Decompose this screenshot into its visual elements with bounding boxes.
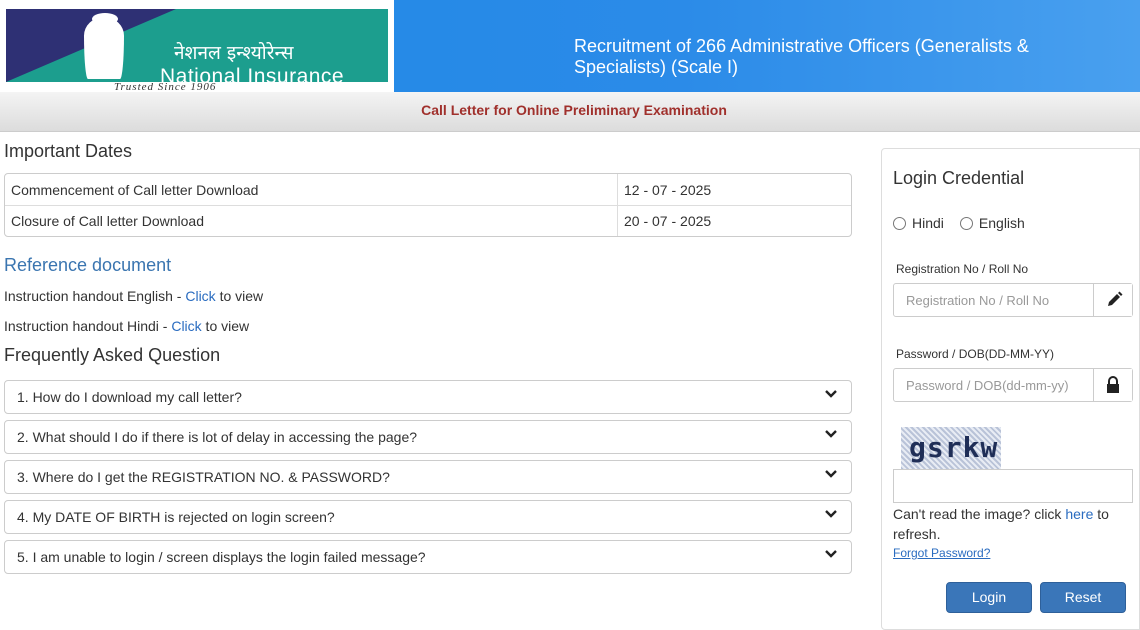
captcha-refresh-text: Can't read the image? click here to refr… [893, 504, 1133, 544]
chevron-down-icon [825, 390, 837, 398]
recruitment-title: Recruitment of 266 Administrative Office… [574, 36, 1029, 77]
refresh-prefix: Can't read the image? click [893, 506, 1066, 522]
password-placeholder: Password / DOB(dd-mm-yy) [906, 378, 1069, 393]
faq-question: 2. What should I do if there is lot of d… [17, 429, 418, 445]
reset-button[interactable]: Reset [1040, 582, 1126, 613]
captcha-input[interactable] [893, 469, 1133, 503]
date-label: Commencement of Call letter Download [11, 181, 259, 198]
faq-question: 5. I am unable to login / screen display… [17, 549, 426, 565]
login-credential-title: Login Credential [893, 168, 1025, 188]
instruction-handout-hindi: Instruction handout Hindi - Click to vie… [4, 318, 249, 334]
chevron-down-icon [825, 430, 837, 438]
registration-label: Registration No / Roll No [896, 262, 1029, 276]
page-header: नेशनल इन्श्योरेन्स National Insurance Tr… [0, 0, 1140, 93]
chevron-down-icon [825, 550, 837, 558]
important-dates-table: Commencement of Call letter Download 12 … [4, 173, 852, 237]
important-dates-heading: Important Dates [4, 141, 133, 161]
password-label: Password / DOB(DD-MM-YY) [896, 347, 1055, 361]
sub-header-bar: Call Letter for Online Preliminary Exami… [0, 92, 1140, 132]
english-radio[interactable] [959, 216, 973, 230]
handout-label: Instruction handout Hindi - [4, 318, 172, 334]
logo-hindi-text: नेशनल इन्श्योरेन्स [174, 42, 294, 64]
date-value: 12 - 07 - 2025 [617, 174, 851, 205]
handout-english-link[interactable]: Click [185, 288, 215, 304]
captcha-image: gsrkw [901, 427, 1001, 469]
registration-input[interactable]: Registration No / Roll No [893, 283, 1133, 317]
date-value: 20 - 07 - 2025 [617, 205, 851, 236]
hindi-radio[interactable] [893, 216, 906, 230]
faq-question: 4. My DATE OF BIRTH is rejected on login… [17, 509, 335, 525]
call-letter-title: Call Letter for Online Preliminary Exami… [421, 102, 727, 118]
pencil-icon [1093, 284, 1132, 316]
captcha-refresh-link[interactable]: here [1065, 506, 1093, 522]
handout-hindi-link[interactable]: Click [171, 318, 201, 334]
national-insurance-logo: नेशनल इन्श्योरेन्स National Insurance Tr… [0, 0, 394, 93]
captcha-text: gsrkw [909, 431, 999, 464]
faq-item-3[interactable]: 3. Where do I get the REGISTRATION NO. &… [4, 460, 852, 494]
faq-item-1[interactable]: 1. How do I download my call letter? [4, 380, 852, 414]
language-selector: Hindi English [893, 215, 1025, 231]
password-input[interactable]: Password / DOB(dd-mm-yy) [893, 368, 1133, 402]
login-button[interactable]: Login [946, 582, 1032, 613]
faq-item-4[interactable]: 4. My DATE OF BIRTH is rejected on login… [4, 500, 852, 534]
faq-item-2[interactable]: 2. What should I do if there is lot of d… [4, 420, 852, 454]
chevron-down-icon [825, 510, 837, 518]
chevron-down-icon [825, 470, 837, 478]
faq-question: 3. Where do I get the REGISTRATION NO. &… [17, 469, 390, 485]
reference-document-heading: Reference document [4, 255, 172, 275]
handout-suffix: to view [215, 288, 264, 304]
instruction-handout-english: Instruction handout English - Click to v… [4, 288, 263, 304]
date-label: Closure of Call letter Download [5, 205, 617, 236]
handout-suffix: to view [201, 318, 250, 334]
lock-icon [1093, 369, 1132, 401]
logo-english-text: National Insurance [160, 65, 345, 82]
faq-item-5[interactable]: 5. I am unable to login / screen display… [4, 540, 852, 574]
faq-heading: Frequently Asked Question [4, 345, 221, 365]
login-panel: Login Credential Hindi English Registrat… [881, 148, 1140, 630]
table-row: Commencement of Call letter Download 12 … [5, 174, 851, 205]
handout-label: Instruction handout English - [4, 288, 186, 304]
registration-placeholder: Registration No / Roll No [906, 293, 1050, 308]
forgot-password-link[interactable]: Forgot Password? [893, 546, 990, 560]
english-label: English [978, 215, 1025, 231]
hindi-label: Hindi [912, 215, 944, 231]
table-row: Closure of Call letter Download 20 - 07 … [5, 205, 851, 236]
faq-question: 1. How do I download my call letter? [17, 389, 242, 405]
